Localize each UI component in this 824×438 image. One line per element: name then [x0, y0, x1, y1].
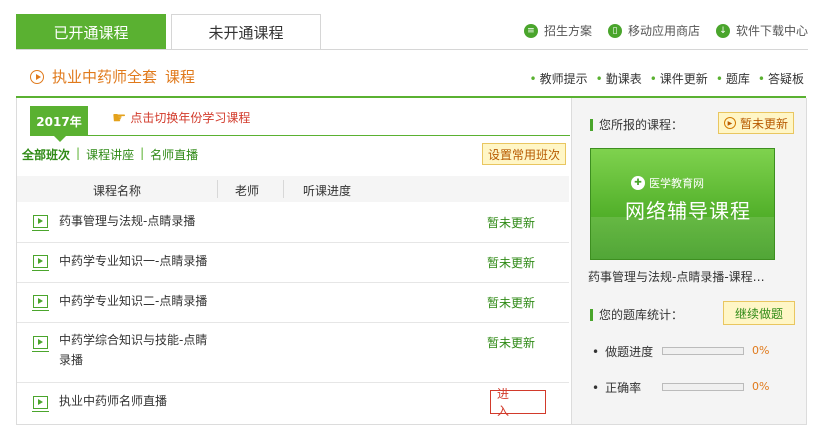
video-icon: [32, 215, 49, 231]
table-row[interactable]: 中药学专业知识一-点睛录播 暂未更新: [17, 242, 569, 283]
progress-bar: [662, 347, 744, 355]
row-status: 暂未更新: [487, 296, 536, 310]
enrolled-label-text: 您所报的课程：: [599, 118, 684, 132]
row-status: 暂未更新: [487, 256, 536, 270]
bullet: •: [592, 380, 600, 395]
question-bank-link[interactable]: • 题库: [716, 70, 750, 87]
top-links: ≡ 招生方案 ▯ 移动应用商店 ↓ 软件下载中心: [523, 22, 808, 39]
enrollment-plan-link[interactable]: ≡ 招生方案: [523, 22, 592, 39]
table-row[interactable]: 执业中药师名师直播: [17, 382, 569, 422]
filter-live[interactable]: 名师直播: [150, 146, 198, 163]
year-tab[interactable]: 2017年: [30, 106, 88, 142]
qa-board-link[interactable]: • 答疑板: [758, 70, 804, 87]
set-common-class-button[interactable]: 设置常用班次: [482, 143, 566, 165]
enrolled-courses-label: 您所报的课程：: [590, 116, 683, 133]
filter-all[interactable]: 全部班次: [22, 146, 70, 163]
switch-year-label: 点击切换年份学习课程: [130, 111, 251, 125]
progress-value: 0%: [752, 344, 770, 357]
play-circle-icon: [30, 69, 44, 84]
download-center-label: 软件下载中心: [735, 24, 808, 38]
course-title: 执业中药师全套 课程: [30, 66, 195, 87]
medical-logo-icon: ✚: [631, 176, 645, 190]
table-row[interactable]: 中药学综合知识与技能-点睛 录播 暂未更新: [17, 322, 569, 383]
table-row[interactable]: 药事管理与法规-点睛录播 暂未更新: [17, 202, 569, 243]
bank-stats-label: 您的题库统计：: [590, 306, 683, 323]
switch-year-link[interactable]: ☛ 点击切换年份学习课程: [112, 108, 250, 127]
course-name: 执业中药师全套: [52, 68, 158, 86]
bank-stats-text: 您的题库统计：: [599, 308, 684, 322]
schedule-link[interactable]: • 勤课表: [596, 70, 642, 87]
banner-logo: ✚ 医学教育网: [631, 175, 704, 191]
banner-logo-text: 医学教育网: [649, 177, 704, 190]
bullet: •: [592, 344, 600, 359]
table-header: 课程名称 老师 听课进度: [17, 176, 569, 202]
not-updated-label: 暂未更新: [739, 116, 788, 131]
header-teacher: 老师: [235, 184, 260, 198]
filter-separator: |: [76, 146, 81, 160]
course-banner-image[interactable]: ✚ 医学教育网 网络辅导课程: [590, 148, 775, 260]
teacher-tips-link[interactable]: • 教师提示: [530, 70, 588, 87]
tab-unopened-courses[interactable]: 未开通课程: [171, 14, 321, 49]
courseware-update-link[interactable]: • 课件更新: [650, 70, 708, 87]
pointing-hand-icon: ☛: [112, 108, 127, 127]
header-course-name: 课程名称: [93, 184, 142, 198]
header-links: • 教师提示 • 勤课表 • 课件更新 • 题库 • 答疑板: [530, 70, 804, 87]
table-row[interactable]: 中药学专业知识二-点睛录播 暂未更新: [17, 282, 569, 323]
stat-accuracy-label: 正确率: [605, 381, 642, 395]
row-course-name: 中药学专业知识一-点睛录播: [59, 254, 208, 268]
class-filters: 全部班次 | 课程讲座 | 名师直播: [22, 146, 198, 163]
row-status: 暂未更新: [487, 336, 536, 350]
row-course-name: 中药学综合知识与技能-点睛 录播: [59, 333, 208, 367]
row-course-name: 中药学专业知识二-点睛录播: [59, 294, 208, 308]
row-course-name: 药事管理与法规-点睛录播: [59, 214, 196, 228]
label-bar: [590, 118, 593, 131]
accuracy-value: 0%: [752, 380, 770, 393]
accuracy-bar: [662, 383, 744, 391]
stat-progress-label: 做题进度: [605, 345, 654, 359]
stat-accuracy: • 正确率: [592, 379, 641, 396]
filter-separator: |: [140, 146, 145, 160]
tab-opened-courses[interactable]: 已开通课程: [16, 14, 166, 50]
enter-button[interactable]: 进 入: [490, 387, 546, 418]
stat-progress: • 做题进度: [592, 343, 653, 360]
video-icon: [32, 255, 49, 271]
video-icon: [32, 396, 49, 412]
app-store-link[interactable]: ▯ 移动应用商店: [607, 22, 700, 39]
video-icon: [32, 295, 49, 311]
app-store-label: 移动应用商店: [627, 24, 700, 38]
header-separator: [217, 180, 218, 198]
video-icon: [32, 336, 49, 352]
filter-lecture[interactable]: 课程讲座: [86, 146, 134, 163]
year-divider: [88, 135, 570, 136]
download-icon: ↓: [715, 23, 730, 38]
continue-practice-button[interactable]: 继续做题: [723, 301, 795, 325]
mobile-icon: ▯: [607, 23, 622, 38]
course-suffix: 课程: [165, 68, 196, 86]
row-status: 暂未更新: [487, 216, 536, 230]
course-title-link[interactable]: 药事管理与法规-点睛录播-课程…: [588, 268, 765, 285]
label-bar: [590, 308, 593, 321]
header-separator: [283, 180, 284, 198]
row-course-name: 执业中药师名师直播: [59, 394, 168, 408]
clipboard-icon: ≡: [523, 23, 538, 38]
banner-title: 网络辅导课程: [625, 199, 751, 223]
download-center-link[interactable]: ↓ 软件下载中心: [715, 22, 808, 39]
not-updated-button[interactable]: ▶ 暂未更新: [718, 112, 794, 134]
header-progress: 听课进度: [303, 184, 352, 198]
enrollment-plan-label: 招生方案: [543, 24, 592, 38]
play-icon: ▶: [723, 117, 736, 129]
